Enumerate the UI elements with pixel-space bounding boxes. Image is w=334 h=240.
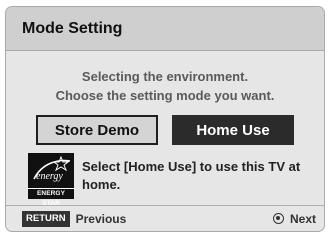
- ok-button-icon[interactable]: [272, 213, 284, 224]
- energy-script-text: energy: [36, 171, 63, 182]
- store-demo-button[interactable]: Store Demo: [36, 115, 158, 145]
- dialog-title: Mode Setting: [22, 19, 123, 37]
- mode-setting-dialog: Mode Setting Selecting the environment. …: [5, 6, 325, 232]
- energy-info: energy ENERGY STAR Select [Home Use] to …: [6, 153, 324, 207]
- dialog-message: Selecting the environment. Choose the se…: [6, 67, 324, 105]
- dialog-footer: RETURN Previous Next: [6, 205, 324, 231]
- energy-star-logo: energy ENERGY STAR: [28, 153, 74, 207]
- message-line-1: Selecting the environment.: [81, 69, 249, 84]
- return-key-badge[interactable]: RETURN: [22, 210, 70, 227]
- home-use-button[interactable]: Home Use: [172, 115, 294, 145]
- previous-label: Previous: [75, 211, 127, 226]
- energy-star-icon: energy: [33, 155, 71, 182]
- energy-star-label: ENERGY STAR: [28, 188, 74, 207]
- message-line-2: Choose the setting mode you want.: [55, 88, 275, 103]
- next-label: Next: [289, 211, 316, 226]
- info-text: Select [Home Use] to use this TV at home…: [82, 159, 301, 192]
- mode-buttons: Store Demo Home Use: [6, 115, 324, 145]
- dialog-header: Mode Setting: [6, 7, 324, 51]
